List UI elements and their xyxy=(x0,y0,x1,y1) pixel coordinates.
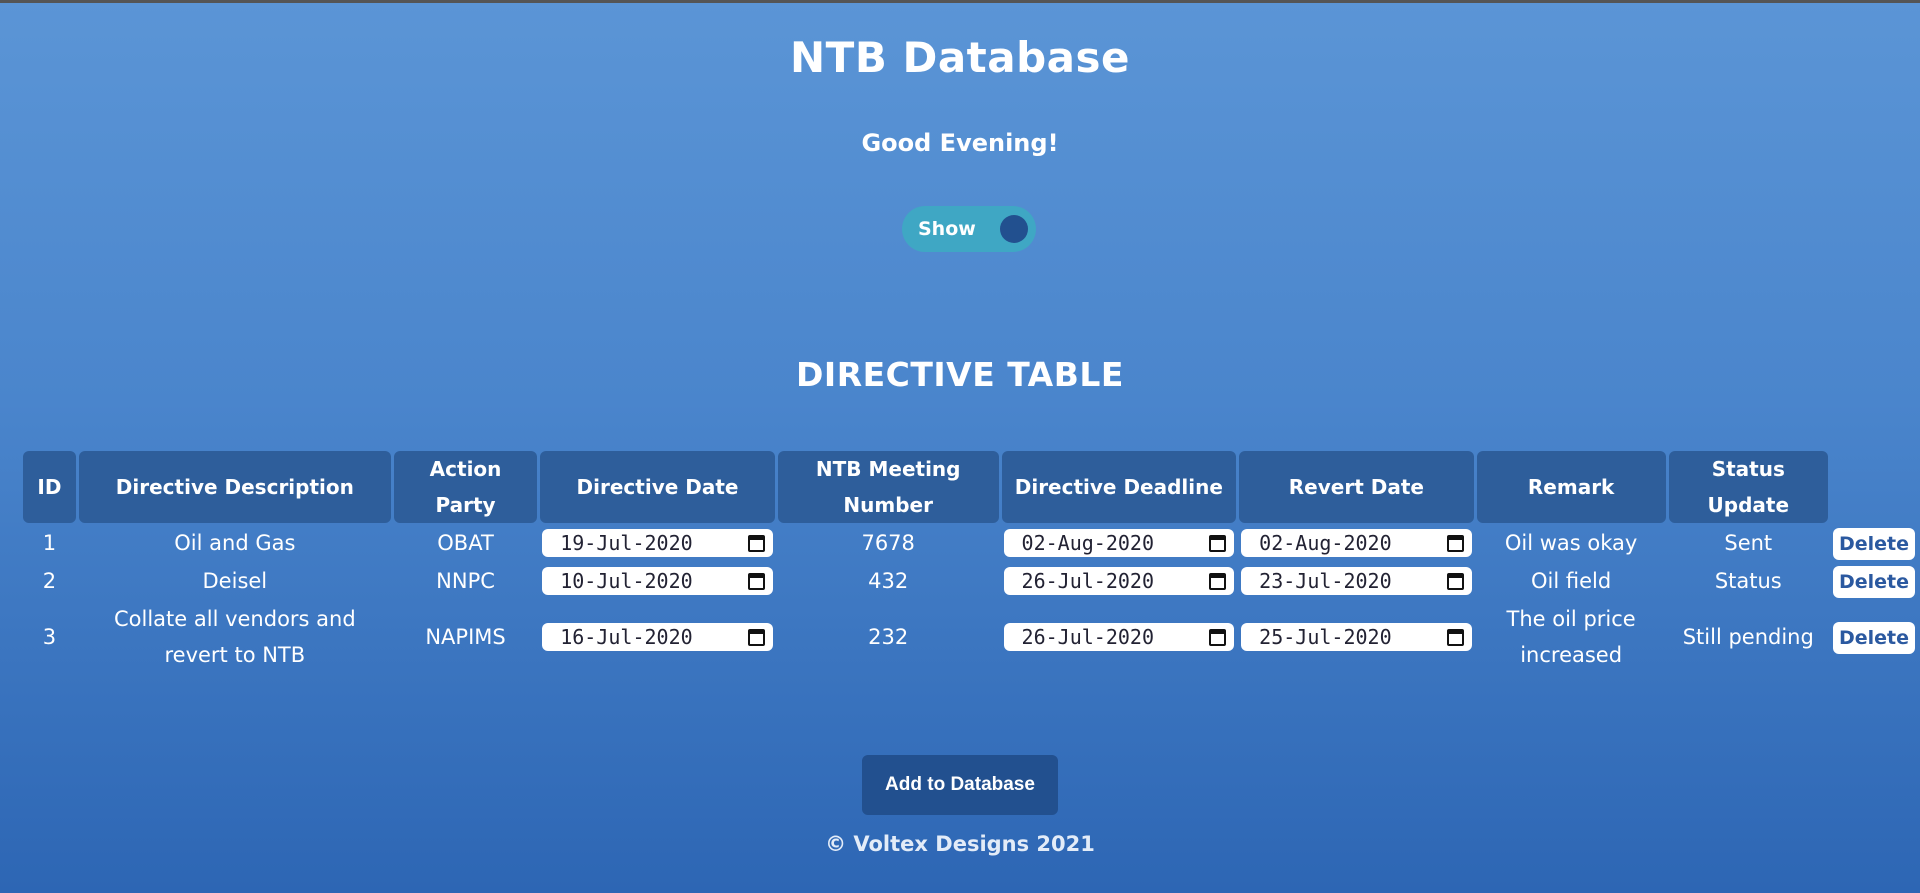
column-header-action-party: Action Party xyxy=(393,451,538,523)
cell-description: Deisel xyxy=(202,569,268,593)
cell-action-party: NAPIMS xyxy=(425,625,506,649)
cell-directive-date: 10-Jul-2020 xyxy=(540,563,775,599)
column-header-spacer xyxy=(1831,451,1917,523)
cell-status: Still pending xyxy=(1682,625,1814,649)
column-header-revert-date: Revert Date xyxy=(1239,451,1474,523)
cell-directive-date: 19-Jul-2020 xyxy=(540,525,775,561)
date-value: 26-Jul-2020 xyxy=(1021,569,1154,593)
date-value: 19-Jul-2020 xyxy=(560,531,693,555)
directive-table: ID Directive Description Action Party Di… xyxy=(20,449,1920,675)
cell-directive-date: 16-Jul-2020 xyxy=(540,601,775,673)
greeting-text: Good Evening! xyxy=(861,129,1059,157)
cell-meeting-number: 7678 xyxy=(861,531,915,555)
cell-actions: Delete xyxy=(1831,525,1917,561)
cell-description: Oil and Gas xyxy=(174,531,296,555)
calendar-icon[interactable] xyxy=(1209,572,1227,590)
calendar-icon[interactable] xyxy=(747,628,765,646)
section-title: DIRECTIVE TABLE xyxy=(796,355,1124,394)
add-to-database-button[interactable]: Add to Database xyxy=(862,755,1058,815)
column-header-directive-date: Directive Date xyxy=(540,451,775,523)
show-toggle[interactable]: Show xyxy=(902,206,1036,252)
directive-date-input[interactable]: 10-Jul-2020 xyxy=(542,567,773,595)
directive-date-input[interactable]: 16-Jul-2020 xyxy=(542,623,773,651)
deadline-date-input[interactable]: 26-Jul-2020 xyxy=(1003,567,1235,595)
date-value: 02-Aug-2020 xyxy=(1259,531,1392,555)
calendar-icon[interactable] xyxy=(1446,534,1464,552)
cell-deadline: 26-Jul-2020 xyxy=(1002,601,1237,673)
date-value: 23-Jul-2020 xyxy=(1259,569,1392,593)
cell-meeting-number: 432 xyxy=(868,569,909,593)
table-row: 2 Deisel NNPC 10-Jul-2020 432 26-Jul-202… xyxy=(23,563,1917,599)
column-header-remark: Remark xyxy=(1476,451,1666,523)
date-value: 25-Jul-2020 xyxy=(1259,625,1392,649)
table-row: 1 Oil and Gas OBAT 19-Jul-2020 7678 02-A… xyxy=(23,525,1917,561)
cell-action-party: OBAT xyxy=(437,531,494,555)
cell-revert-date: 02-Aug-2020 xyxy=(1239,525,1473,561)
cell-id: 2 xyxy=(42,569,57,593)
revert-date-input[interactable]: 23-Jul-2020 xyxy=(1241,567,1472,595)
table-header-row: ID Directive Description Action Party Di… xyxy=(23,451,1917,523)
cell-deadline: 02-Aug-2020 xyxy=(1002,525,1237,561)
delete-button[interactable]: Delete xyxy=(1832,622,1915,654)
table-row: 3 Collate all vendors and revert to NTB … xyxy=(23,601,1917,673)
column-header-description: Directive Description xyxy=(78,451,391,523)
date-value: 16-Jul-2020 xyxy=(560,625,693,649)
revert-date-input[interactable]: 25-Jul-2020 xyxy=(1241,623,1472,651)
column-header-id: ID xyxy=(23,451,76,523)
cell-actions: Delete xyxy=(1831,563,1917,599)
cell-actions: Delete xyxy=(1831,601,1917,673)
date-value: 26-Jul-2020 xyxy=(1021,625,1154,649)
calendar-icon[interactable] xyxy=(1209,628,1227,646)
cell-revert-date: 25-Jul-2020 xyxy=(1239,601,1473,673)
cell-id: 1 xyxy=(42,531,57,555)
cell-remark: Oil was okay xyxy=(1504,531,1638,555)
calendar-icon[interactable] xyxy=(747,534,765,552)
cell-id: 3 xyxy=(42,625,57,649)
revert-date-input[interactable]: 02-Aug-2020 xyxy=(1241,529,1472,557)
date-value: 02-Aug-2020 xyxy=(1021,531,1154,555)
column-header-meeting-number: NTB Meeting Number xyxy=(777,451,999,523)
cell-description: Collate all vendors and revert to NTB xyxy=(113,607,356,667)
cell-action-party: NNPC xyxy=(436,569,495,593)
cell-status: Sent xyxy=(1724,531,1773,555)
directive-date-input[interactable]: 19-Jul-2020 xyxy=(542,529,773,557)
delete-button[interactable]: Delete xyxy=(1832,528,1915,560)
column-header-status: Status Update xyxy=(1668,451,1828,523)
cell-revert-date: 23-Jul-2020 xyxy=(1239,563,1473,599)
cell-meeting-number: 232 xyxy=(868,625,909,649)
calendar-icon[interactable] xyxy=(1209,534,1227,552)
footer-copyright: © Voltex Designs 2021 xyxy=(825,832,1095,856)
page-title: NTB Database xyxy=(790,33,1130,82)
calendar-icon[interactable] xyxy=(1446,628,1464,646)
toggle-knob[interactable] xyxy=(1000,215,1028,243)
deadline-date-input[interactable]: 26-Jul-2020 xyxy=(1003,623,1235,651)
date-value: 10-Jul-2020 xyxy=(560,569,693,593)
calendar-icon[interactable] xyxy=(747,572,765,590)
cell-remark: Oil field xyxy=(1531,569,1612,593)
cell-remark: The oil price increased xyxy=(1506,607,1636,667)
cell-deadline: 26-Jul-2020 xyxy=(1002,563,1237,599)
column-header-deadline: Directive Deadline xyxy=(1001,451,1237,523)
toggle-label: Show xyxy=(918,218,976,240)
cell-status: Status xyxy=(1714,569,1782,593)
deadline-date-input[interactable]: 02-Aug-2020 xyxy=(1003,529,1235,557)
calendar-icon[interactable] xyxy=(1446,572,1464,590)
delete-button[interactable]: Delete xyxy=(1832,566,1915,598)
